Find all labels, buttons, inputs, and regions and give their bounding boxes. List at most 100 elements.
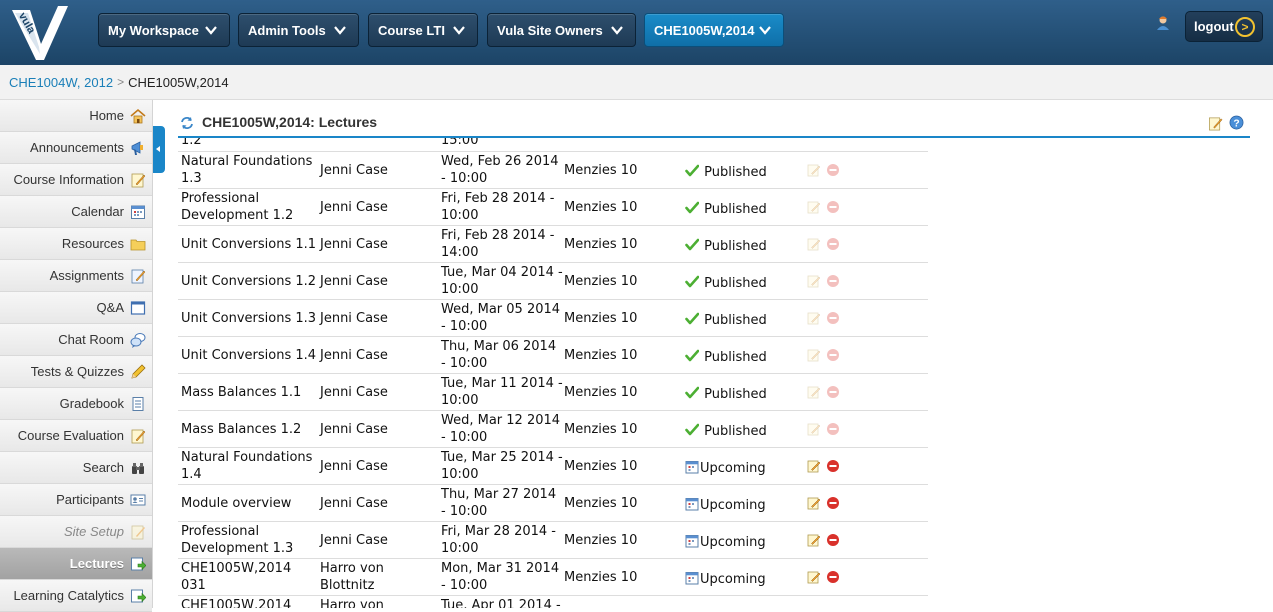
- chevron-down-icon: [759, 26, 771, 35]
- edit-icon[interactable]: [807, 496, 821, 510]
- delete-icon[interactable]: [826, 422, 840, 436]
- sidebar-item-course-evaluation[interactable]: Course Evaluation: [0, 420, 152, 452]
- sidebar-item-resources[interactable]: Resources: [0, 228, 152, 260]
- lecture-title: Unit Conversions 1.3: [181, 310, 317, 326]
- delete-icon[interactable]: [826, 385, 840, 399]
- lectures-table-container[interactable]: 1.2 15:00 Natural Foundations 1.3 Jenni …: [178, 138, 930, 608]
- nav-admin-tools[interactable]: Admin Tools: [238, 13, 359, 47]
- lecture-status: Upcoming: [700, 460, 766, 476]
- sidebar-item-lectures[interactable]: Lectures: [0, 548, 152, 580]
- sidebar-item-course-information[interactable]: Course Information: [0, 164, 152, 196]
- nav-course-lti[interactable]: Course LTI: [368, 13, 478, 47]
- edit-icon[interactable]: [807, 422, 821, 436]
- lecture-lecturer: Jenni Case: [320, 384, 388, 400]
- lecture-room: Menzies 10: [564, 384, 638, 400]
- sidebar-item-learning-catalytics[interactable]: Learning Catalytics: [0, 580, 152, 612]
- edit-icon[interactable]: [807, 200, 821, 214]
- edit-icon[interactable]: [807, 274, 821, 288]
- lecture-title: Unit Conversions 1.1: [181, 236, 317, 252]
- delete-icon[interactable]: [826, 459, 840, 473]
- nav-vula-site-owners[interactable]: Vula Site Owners: [487, 13, 636, 47]
- chevron-down-icon: [453, 26, 465, 35]
- logout-button[interactable]: logout >: [1185, 11, 1263, 42]
- delete-icon[interactable]: [826, 311, 840, 325]
- lecture-lecturer: Jenni Case: [320, 162, 388, 178]
- chevron-down-icon: [611, 26, 623, 35]
- lecture-room: Menzies 10: [564, 162, 638, 178]
- delete-icon[interactable]: [826, 163, 840, 177]
- lecture-title: Unit Conversions 1.2: [181, 273, 317, 289]
- edit-settings-icon[interactable]: [1208, 116, 1223, 131]
- nav-my-workspace[interactable]: My Workspace: [98, 13, 230, 47]
- sidebar-item-label: Course Evaluation: [17, 428, 124, 443]
- edit-icon[interactable]: [807, 533, 821, 547]
- lecture-title: Natural Foundations 1.3: [181, 154, 313, 186]
- breadcrumb-current: CHE1005W,2014: [128, 74, 229, 90]
- delete-icon[interactable]: [826, 348, 840, 362]
- lecture-room: Menzies 10: [564, 569, 638, 585]
- delete-icon[interactable]: [826, 533, 840, 547]
- edit-icon[interactable]: [807, 163, 821, 177]
- site-setup-icon: [131, 525, 145, 539]
- lecture-lecturer: Harro von Blottnitz: [320, 561, 384, 593]
- sidebar-item-home[interactable]: Home: [0, 100, 152, 132]
- sidebar-item-label: Resources: [61, 236, 124, 251]
- sidebar-item-chat-room[interactable]: Chat Room: [0, 324, 152, 356]
- delete-icon[interactable]: [826, 274, 840, 288]
- sidebar-item-search[interactable]: Search: [0, 452, 152, 484]
- edit-icon[interactable]: [807, 311, 821, 325]
- lecture-room: Menzies 10: [564, 310, 638, 326]
- edit-icon[interactable]: [807, 385, 821, 399]
- lectures-table: 1.2 15:00 Natural Foundations 1.3 Jenni …: [178, 138, 928, 608]
- sidebar-collapse-toggle[interactable]: [153, 126, 165, 173]
- lecture-room: Menzies 10: [564, 458, 638, 474]
- lecture-lecturer: Jenni Case: [320, 199, 388, 215]
- logout-arrow-icon: >: [1235, 17, 1255, 37]
- lecture-status: Published: [704, 349, 767, 365]
- lecture-title: Module overview: [181, 495, 292, 511]
- sidebar-item-calendar[interactable]: Calendar: [0, 196, 152, 228]
- edit-icon[interactable]: [807, 570, 821, 584]
- vula-logo[interactable]: vula: [10, 4, 70, 62]
- table-row: Natural Foundations 1.4 Jenni Case Tue, …: [178, 447, 928, 485]
- delete-icon[interactable]: [826, 237, 840, 251]
- lecture-date: Tue, Mar 25 2014 - 10:00: [441, 450, 563, 482]
- delete-icon[interactable]: [826, 570, 840, 584]
- lecture-lecturer: Jenni Case: [320, 532, 388, 548]
- sidebar-item-gradebook[interactable]: Gradebook: [0, 388, 152, 420]
- delete-icon[interactable]: [826, 496, 840, 510]
- sidebar-item-tests-quizzes[interactable]: Tests & Quizzes: [0, 356, 152, 388]
- user-icon[interactable]: [1155, 15, 1171, 31]
- lecture-lecturer: Jenni Case: [320, 236, 388, 252]
- sidebar-item-label: Home: [89, 108, 124, 123]
- lecture-date: Wed, Mar 12 2014 - 10:00: [441, 413, 561, 445]
- published-check-icon: [685, 423, 699, 435]
- delete-icon[interactable]: [826, 200, 840, 214]
- upcoming-calendar-icon: [685, 497, 699, 510]
- sidebar-item-site-setup[interactable]: Site Setup: [0, 516, 152, 548]
- lecture-room: Menzies 10: [564, 421, 638, 437]
- gradebook-icon: [132, 396, 144, 411]
- edit-icon[interactable]: [807, 237, 821, 251]
- published-check-icon: [685, 349, 699, 361]
- pencil-icon: [131, 363, 146, 379]
- refresh-icon[interactable]: [180, 116, 194, 130]
- upcoming-calendar-icon: [685, 534, 699, 547]
- nav-vula-site-owners-label: Vula Site Owners: [497, 22, 603, 38]
- sidebar-item-announcements[interactable]: Announcements: [0, 132, 152, 164]
- published-check-icon: [685, 312, 699, 324]
- sidebar-item-participants[interactable]: Participants: [0, 484, 152, 516]
- sidebar-item-qa[interactable]: Q&A: [0, 292, 152, 324]
- lecture-status: Published: [704, 201, 767, 217]
- edit-icon[interactable]: [807, 348, 821, 362]
- sidebar-item-label: Tests & Quizzes: [30, 364, 124, 379]
- lecture-lecturer: Jenni Case: [320, 421, 388, 437]
- table-row: Professional Development 1.3 Jenni Case …: [178, 521, 928, 559]
- sidebar-item-assignments[interactable]: Assignments: [0, 260, 152, 292]
- breadcrumb-parent-link[interactable]: CHE1004W, 2012: [9, 75, 113, 90]
- table-row: CHE1005W,2014 031 Harro von Blottnitz Mo…: [178, 558, 928, 596]
- edit-icon[interactable]: [807, 459, 821, 473]
- nav-current-site[interactable]: CHE1005W,2014: [644, 13, 784, 47]
- help-icon[interactable]: ?: [1229, 115, 1244, 130]
- home-icon: [130, 108, 146, 123]
